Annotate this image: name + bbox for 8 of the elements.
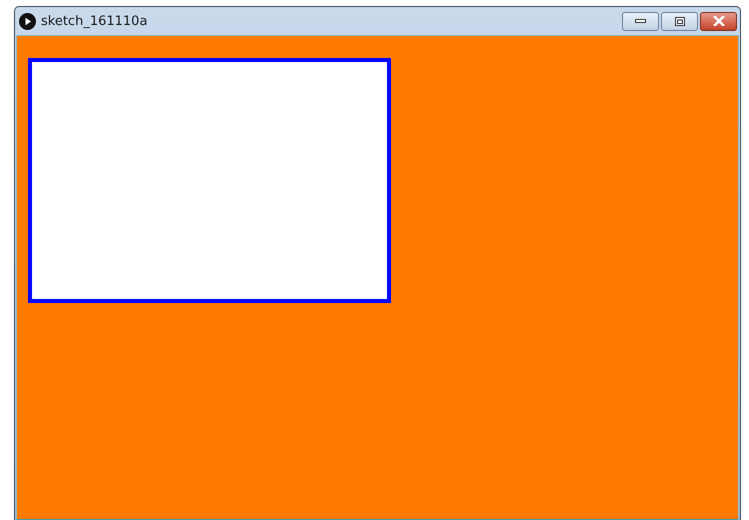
close-icon [712,16,724,26]
minimize-button[interactable] [622,12,659,30]
maximize-icon [674,16,684,26]
play-icon [19,12,36,30]
close-button[interactable] [700,12,737,30]
maximize-button[interactable] [661,12,698,30]
window-title: sketch_161110a [41,14,148,28]
minimize-icon [635,18,646,24]
